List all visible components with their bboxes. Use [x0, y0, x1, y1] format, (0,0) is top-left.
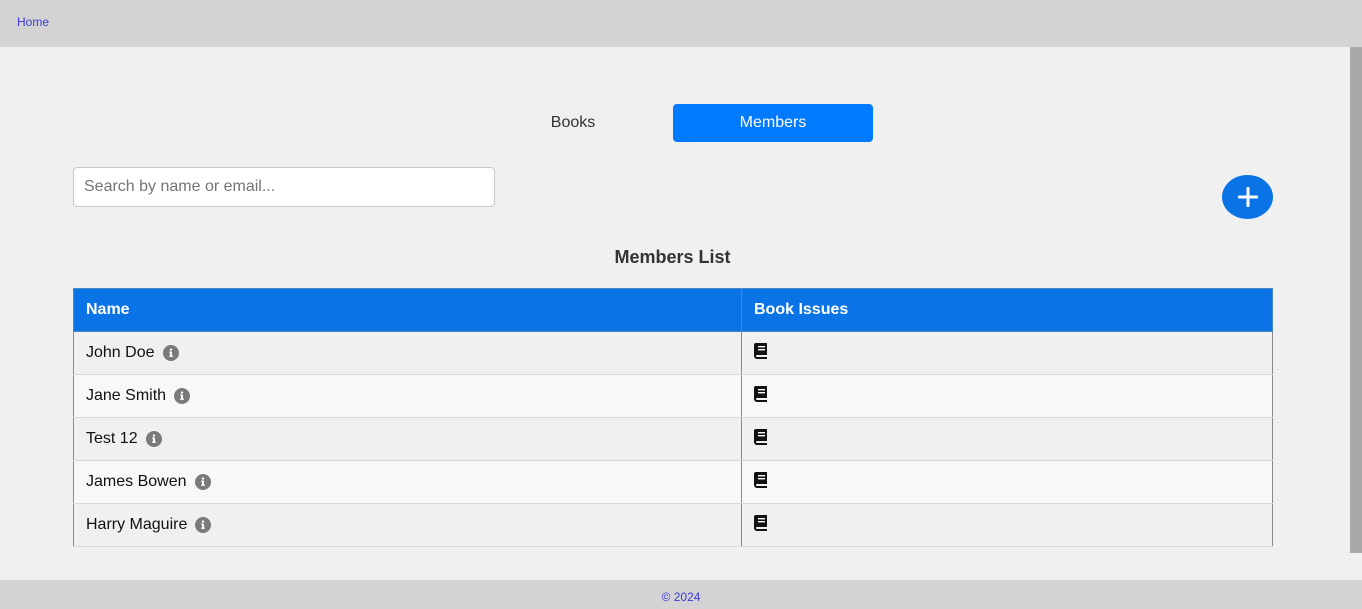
scrollbar[interactable]: [1350, 47, 1362, 553]
book-issues-cell: [741, 503, 1273, 547]
top-nav-bar: Home: [0, 0, 1362, 47]
member-name: Harry Maguire: [86, 516, 188, 533]
member-name-cell: Test 12: [73, 417, 742, 461]
member-name: John Doe: [86, 344, 155, 361]
member-name: Jane Smith: [86, 387, 167, 404]
book-issues-cell: [741, 460, 1273, 504]
member-name-cell: Jane Smith: [73, 374, 742, 418]
info-icon[interactable]: [194, 474, 211, 490]
member-name: Test 12: [86, 430, 138, 447]
info-icon[interactable]: [174, 388, 191, 404]
book-icon[interactable]: [754, 428, 768, 445]
member-name-cell: Harry Maguire: [73, 503, 742, 547]
table-row: Harry Maguire: [73, 503, 1273, 547]
table-header-row: Name Book Issues: [73, 288, 1273, 332]
table-row: Jane Smith: [73, 374, 1273, 418]
add-member-button[interactable]: [1222, 175, 1273, 219]
plus-icon: [1237, 187, 1258, 207]
book-issues-cell: [741, 417, 1273, 461]
info-icon[interactable]: [145, 431, 162, 447]
book-icon[interactable]: [754, 471, 768, 488]
book-issues-cell: [741, 331, 1273, 375]
column-header-name: Name: [73, 288, 742, 332]
search-input[interactable]: [73, 167, 495, 207]
member-name-cell: James Bowen: [73, 460, 742, 504]
tab-books[interactable]: Books: [473, 104, 673, 142]
book-icon[interactable]: [754, 385, 768, 402]
members-table: Name Book Issues John Doe Jane Smith Tes…: [73, 288, 1273, 547]
table-row: John Doe: [73, 331, 1273, 375]
members-list-title: Members List: [614, 247, 731, 267]
book-icon[interactable]: [754, 514, 768, 531]
copyright-text: © 2024: [661, 590, 701, 604]
book-icon[interactable]: [754, 342, 768, 359]
table-row: Test 12: [73, 417, 1273, 461]
member-name: James Bowen: [86, 473, 187, 490]
footer: © 2024: [0, 580, 1362, 609]
scrollbar-track: [1350, 553, 1362, 580]
info-icon[interactable]: [195, 517, 212, 533]
info-icon[interactable]: [162, 345, 179, 361]
tab-members[interactable]: Members: [673, 104, 873, 142]
column-header-book-issues: Book Issues: [741, 288, 1273, 332]
member-name-cell: John Doe: [73, 331, 742, 375]
tab-bar: Books Members: [473, 104, 873, 142]
book-issues-cell: [741, 374, 1273, 418]
home-link[interactable]: Home: [17, 15, 49, 29]
table-row: James Bowen: [73, 460, 1273, 504]
